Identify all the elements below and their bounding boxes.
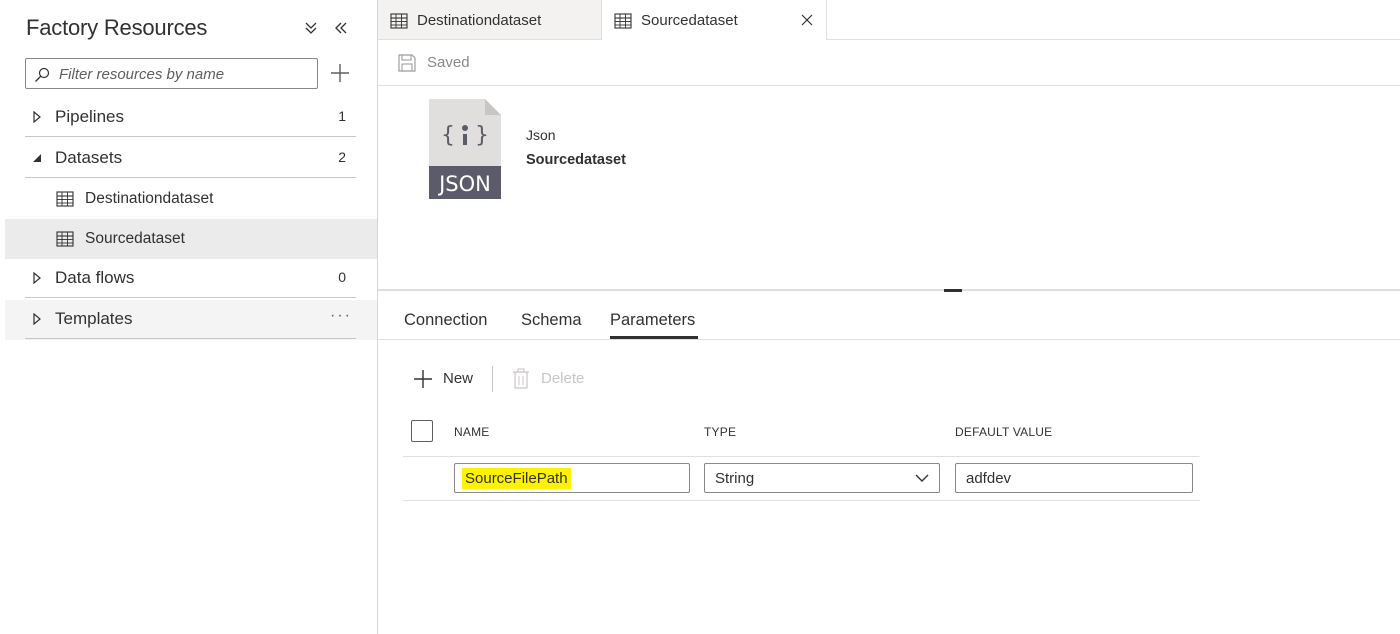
parameter-name-value: SourceFilePath — [462, 468, 571, 489]
caret-right-icon — [33, 111, 41, 123]
parameter-type-select[interactable]: String — [704, 463, 940, 493]
parameter-name-input[interactable]: SourceFilePath — [454, 463, 690, 493]
panel-splitter[interactable] — [378, 289, 1400, 291]
new-parameter-button[interactable]: New — [410, 367, 484, 391]
json-icon-label: JSON — [437, 172, 491, 196]
plus-icon — [414, 370, 432, 388]
parameter-type-value: String — [715, 470, 755, 487]
dataset-type: Json — [526, 127, 556, 143]
table-header-divider — [403, 456, 1200, 457]
table-row-divider — [403, 500, 1200, 501]
more-actions-icon[interactable]: ··· — [330, 307, 352, 325]
filter-resources-input[interactable]: Filter resources by name — [25, 58, 318, 89]
tab-destinationdataset[interactable]: Destinationdataset — [378, 0, 602, 40]
tree-item-dataflows[interactable]: Data flows 0 — [25, 258, 356, 298]
tree-item-label: Destinationdataset — [85, 190, 214, 207]
factory-resources-title: Factory Resources — [26, 15, 208, 40]
tab-sourcedataset[interactable]: Sourcedataset — [602, 0, 827, 40]
editor-tabs: Destinationdataset Sourcedataset — [378, 0, 1400, 40]
tree-item-count: 0 — [338, 269, 346, 285]
tree-item-label: Data flows — [55, 268, 135, 287]
svg-text:}: } — [475, 123, 489, 148]
tab-schema[interactable]: Schema — [521, 311, 582, 330]
tab-parameters[interactable]: Parameters — [610, 311, 695, 330]
pane-divider — [377, 0, 378, 634]
plus-icon — [331, 64, 349, 82]
tree-item-templates[interactable]: Templates ··· — [25, 299, 356, 339]
tab-connection[interactable]: Connection — [404, 311, 487, 330]
toolbar-separator — [492, 366, 493, 392]
splitter-handle[interactable] — [944, 289, 962, 292]
editor-toolbar: Saved — [378, 40, 1400, 86]
filter-placeholder: Filter resources by name — [59, 66, 225, 83]
delete-parameter-button[interactable]: Delete — [510, 367, 596, 391]
factory-resources-pane: Factory Resources Filter resources by na… — [5, 0, 377, 634]
collapse-pane-icon[interactable] — [331, 18, 351, 38]
tabs-divider — [378, 339, 1400, 340]
caret-down-icon — [33, 154, 41, 162]
close-icon[interactable] — [800, 13, 814, 27]
saved-status: Saved — [427, 54, 470, 71]
column-header-type[interactable]: TYPE — [704, 425, 736, 439]
json-file-icon: { } JSON — [429, 99, 501, 199]
tab-label: Sourcedataset — [641, 12, 738, 29]
tree-item-sourcedataset[interactable]: Sourcedataset — [5, 219, 377, 259]
tab-label: Destinationdataset — [417, 12, 542, 29]
table-icon — [56, 191, 74, 207]
search-icon — [35, 67, 50, 82]
save-icon — [398, 54, 416, 72]
chevron-down-icon — [915, 474, 929, 482]
tree-item-count: 2 — [338, 149, 346, 165]
svg-text:{: { — [441, 123, 455, 148]
column-header-default-value[interactable]: DEFAULT VALUE — [955, 425, 1052, 439]
tree-item-datasets[interactable]: Datasets 2 — [25, 138, 356, 178]
select-all-checkbox[interactable] — [411, 420, 433, 442]
caret-right-icon — [33, 313, 41, 325]
delete-button-label: Delete — [541, 370, 585, 387]
parameter-default-value: adfdev — [966, 470, 1012, 487]
tree-item-pipelines[interactable]: Pipelines 1 — [25, 97, 356, 137]
tree-item-label: Sourcedataset — [85, 230, 185, 247]
column-header-name[interactable]: NAME — [454, 425, 489, 439]
parameter-default-value-input[interactable]: adfdev — [955, 463, 1193, 493]
dataset-name: Sourcedataset — [526, 152, 626, 168]
tree-item-label: Datasets — [55, 148, 123, 167]
tree-item-label: Templates — [55, 309, 133, 328]
table-icon — [56, 231, 74, 247]
tree-item-count: 1 — [338, 108, 346, 124]
trash-icon — [513, 368, 529, 389]
new-button-label: New — [443, 370, 474, 387]
collapse-all-icon[interactable] — [301, 18, 321, 38]
tree-item-destinationdataset[interactable]: Destinationdataset — [5, 179, 377, 219]
table-icon — [390, 13, 408, 29]
tree-item-label: Pipelines — [55, 107, 124, 126]
add-resource-button[interactable] — [329, 62, 351, 84]
table-icon — [614, 13, 632, 29]
caret-right-icon — [33, 272, 41, 284]
